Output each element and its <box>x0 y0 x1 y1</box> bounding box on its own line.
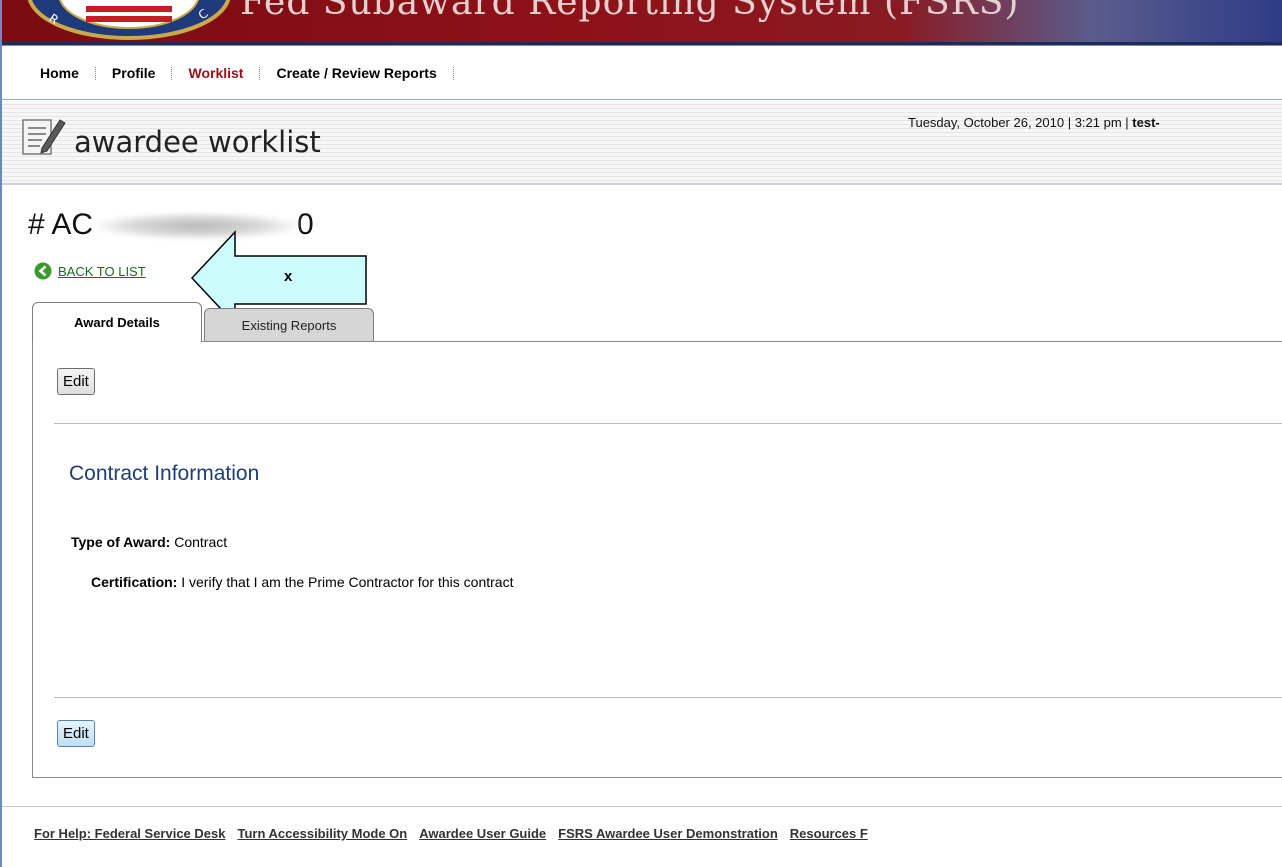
divider <box>54 697 1282 698</box>
nav-home[interactable]: Home <box>40 65 79 81</box>
nav-separator <box>94 66 96 80</box>
page-header: awardee worklist Tuesday, October 26, 20… <box>2 101 1282 185</box>
tab-award-details[interactable]: Award Details <box>32 302 202 342</box>
field-label: Certification: <box>91 574 178 590</box>
tab-existing-reports[interactable]: Existing Reports <box>204 308 374 342</box>
divider <box>54 423 1282 424</box>
back-arrow-icon <box>34 262 52 280</box>
edit-button-bottom[interactable]: Edit <box>57 720 95 747</box>
back-to-list-label: BACK TO LIST <box>58 263 146 279</box>
nav-separator <box>452 66 454 80</box>
award-details-panel: Edit Contract Information Type of Award:… <box>32 341 1282 778</box>
site-banner: R C Fed Subaward Reporting System (FSRS) <box>2 0 1282 42</box>
back-to-list-link[interactable]: BACK TO LIST <box>34 262 146 280</box>
nav-separator <box>259 66 261 80</box>
footer-links: For Help: Federal Service Desk Turn Acce… <box>34 826 880 841</box>
banner-title: Fed Subaward Reporting System (FSRS) <box>240 0 1020 23</box>
annotation-label: x <box>284 268 293 285</box>
field-label: Type of Award: <box>71 534 171 550</box>
nav-separator <box>171 66 173 80</box>
nav-list: Home Profile Worklist Create / Review Re… <box>40 65 470 81</box>
award-number-prefix: # AC <box>28 208 94 241</box>
main-nav: Home Profile Worklist Create / Review Re… <box>2 48 1282 100</box>
footer-link-accessibility[interactable]: Turn Accessibility Mode On <box>237 826 407 841</box>
document-edit-icon <box>22 119 66 155</box>
banner-divider <box>2 42 1282 46</box>
field-value: I verify that I am the Prime Contractor … <box>181 574 514 590</box>
section-title: Contract Information <box>69 462 260 485</box>
field-type-of-award: Type of Award: Contract <box>71 534 227 550</box>
footer-divider <box>2 806 1282 807</box>
nav-create-review-reports[interactable]: Create / Review Reports <box>276 65 436 81</box>
footer-link-user-guide[interactable]: Awardee User Guide <box>419 826 546 841</box>
field-certification: Certification: I verify that I am the Pr… <box>91 574 513 590</box>
footer-link-resources[interactable]: Resources F <box>790 826 868 841</box>
browser-frame: R C Fed Subaward Reporting System (FSRS)… <box>0 0 1282 867</box>
field-value: Contract <box>174 534 228 550</box>
datetime-text: Tuesday, October 26, 2010 | 3:21 pm | <box>908 115 1129 130</box>
footer-link-demonstration[interactable]: FSRS Awardee User Demonstration <box>558 826 778 841</box>
nav-worklist[interactable]: Worklist <box>188 65 243 81</box>
nav-profile[interactable]: Profile <box>112 65 156 81</box>
header-datetime: Tuesday, October 26, 2010 | 3:21 pm | te… <box>908 115 1160 130</box>
footer-link-help[interactable]: For Help: Federal Service Desk <box>34 826 225 841</box>
username: test- <box>1132 115 1160 130</box>
agency-seal-icon: R C <box>27 0 231 40</box>
page-title: awardee worklist <box>74 125 321 159</box>
edit-button-top[interactable]: Edit <box>57 368 95 395</box>
